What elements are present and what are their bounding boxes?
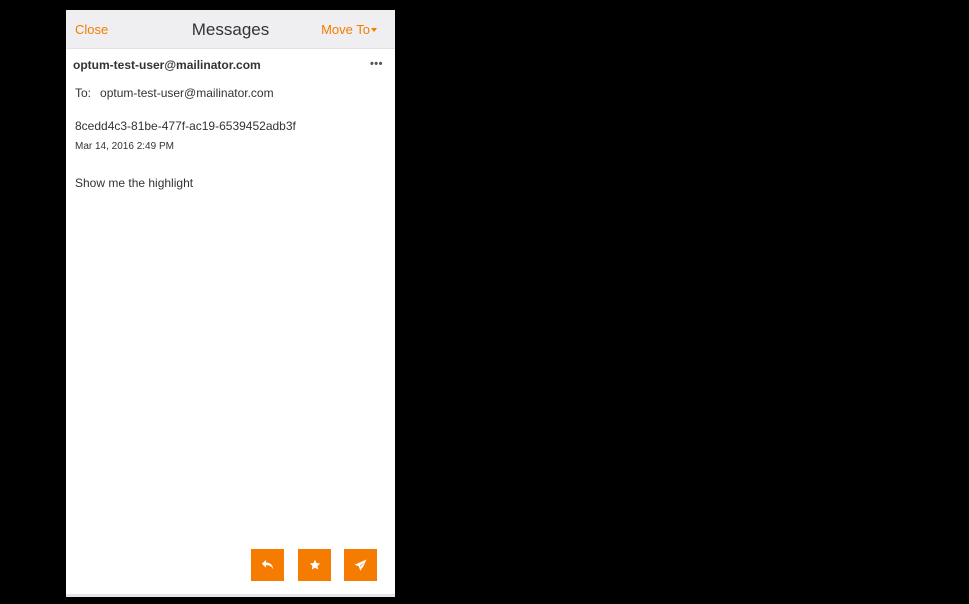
send-button[interactable] <box>344 549 377 581</box>
move-to-dropdown[interactable]: Move To <box>321 22 377 37</box>
recipient-address: optum-test-user@mailinator.com <box>100 86 274 100</box>
bottom-edge <box>66 594 395 597</box>
message-subject: 8cedd4c3-81be-477f-ac19-6539452adb3f <box>75 119 296 133</box>
message-view: Close Messages Move To optum-test-user@m… <box>66 10 395 597</box>
message-body: Show me the highlight <box>75 176 194 190</box>
more-options-icon[interactable]: ••• <box>370 58 383 70</box>
send-icon <box>354 559 367 572</box>
recipient-row: To: optum-test-user@mailinator.com <box>75 86 274 100</box>
move-to-label: Move To <box>321 22 370 37</box>
star-button[interactable] <box>298 549 331 581</box>
star-icon <box>309 559 321 571</box>
header-bar: Close Messages Move To <box>66 10 395 48</box>
reply-button[interactable] <box>251 549 284 581</box>
message-date: Mar 14, 2016 2:49 PM <box>75 141 174 152</box>
caret-down-icon <box>371 27 377 32</box>
reply-icon <box>261 559 275 571</box>
sender-address: optum-test-user@mailinator.com <box>73 58 261 72</box>
to-label: To: <box>75 86 92 100</box>
header-divider <box>66 48 395 49</box>
